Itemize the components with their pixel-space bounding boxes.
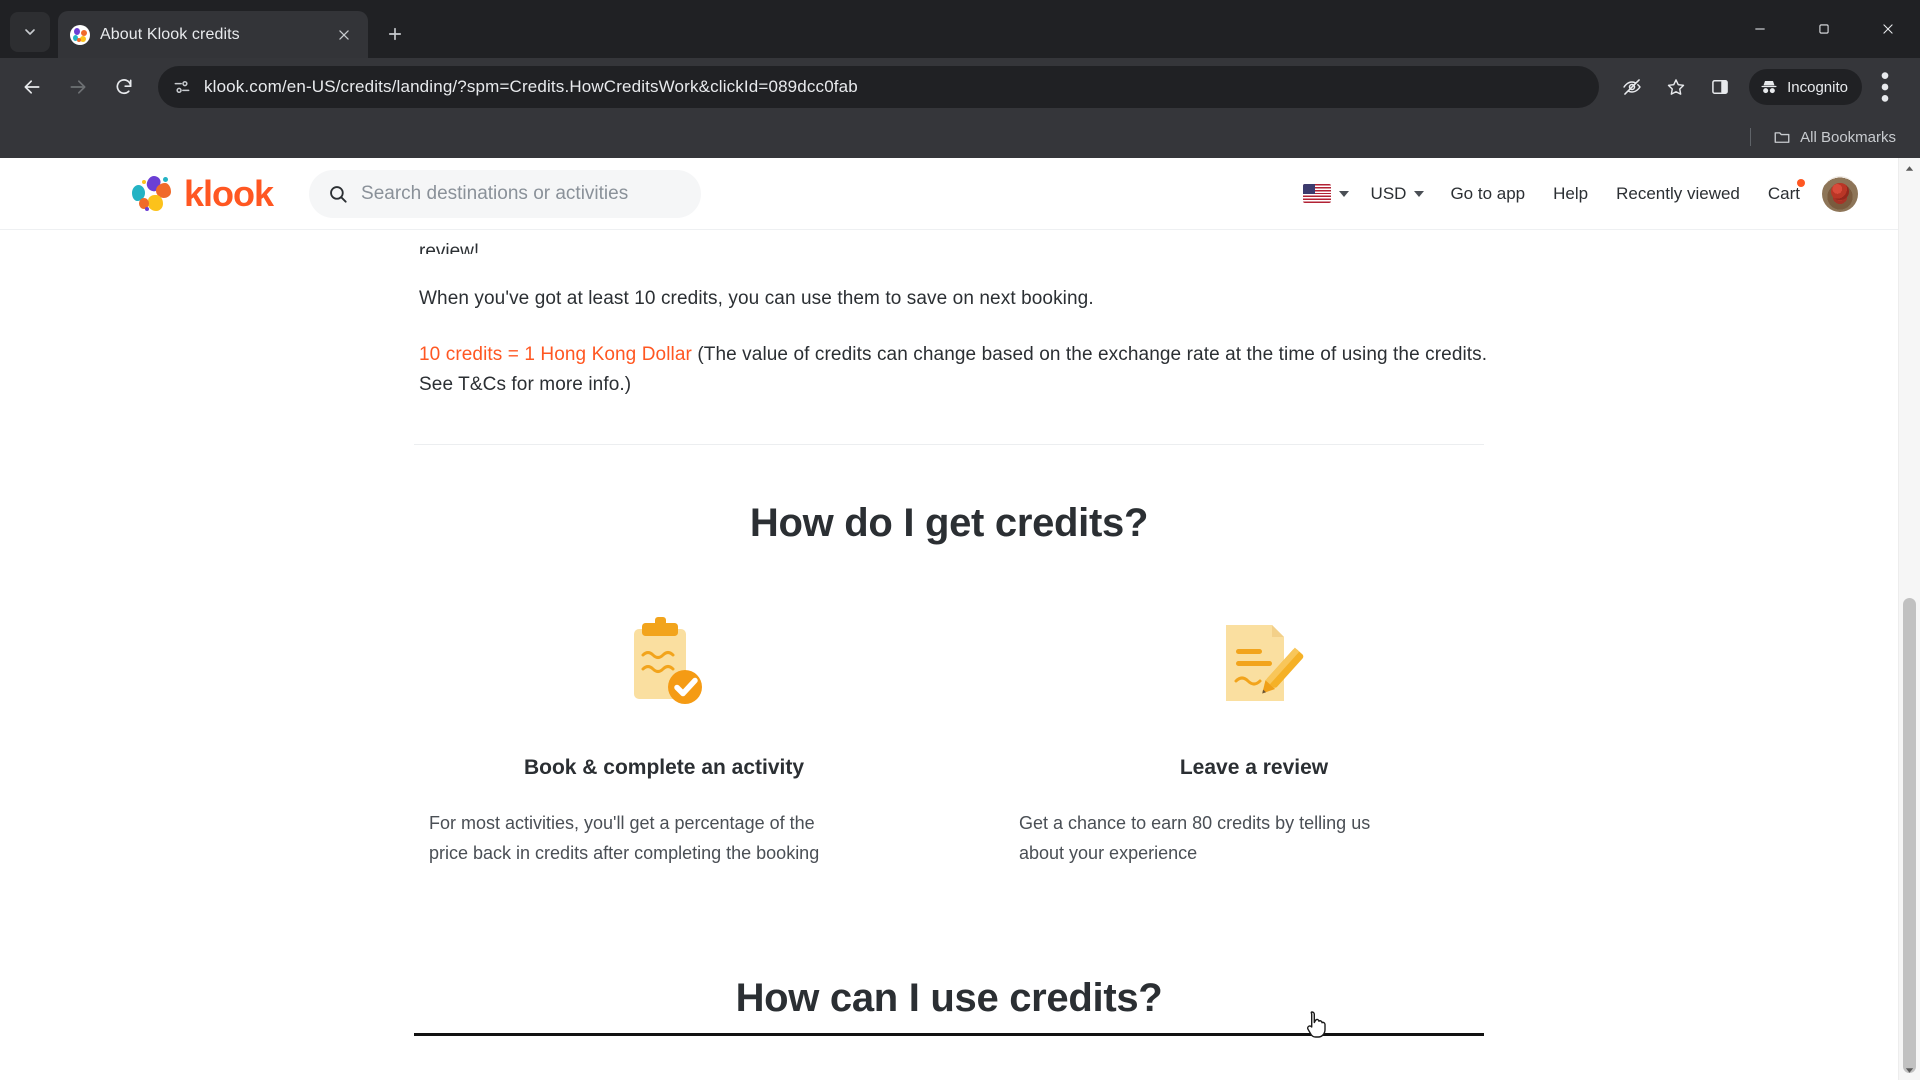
nav-go-to-app[interactable]: Go to app: [1436, 176, 1539, 212]
maximize-icon: [1819, 24, 1829, 34]
klook-favicon-icon: [70, 24, 90, 45]
side-panel-button[interactable]: [1699, 66, 1741, 108]
bookmark-button[interactable]: [1655, 66, 1697, 108]
klook-logo[interactable]: klook: [130, 172, 274, 215]
page-content: review! When you've got at least 10 cred…: [0, 230, 1898, 1036]
toolbar-right-group: Incognito: [1611, 66, 1910, 108]
incognito-label: Incognito: [1787, 78, 1848, 96]
incognito-indicator[interactable]: Incognito: [1749, 69, 1862, 105]
side-panel-icon: [1712, 80, 1728, 94]
all-bookmarks-button[interactable]: All Bookmarks: [1765, 123, 1904, 151]
address-bar[interactable]: klook.com/en-US/credits/landing/?spm=Cre…: [158, 66, 1600, 108]
maximize-button[interactable]: [1792, 5, 1856, 53]
forward-arrow-icon: [70, 80, 86, 94]
klook-page: klook Search destinations or activities …: [0, 158, 1898, 1080]
reload-icon: [116, 79, 132, 94]
section-heading-get-credits: How do I get credits?: [749, 501, 1149, 545]
bookmarks-bar: All Bookmarks: [0, 116, 1920, 158]
scroll-up-icon: [1905, 165, 1914, 171]
forward-button[interactable]: [56, 65, 100, 109]
plus-icon: [388, 27, 402, 41]
cart-label: Cart: [1767, 183, 1800, 203]
page-scrollbar[interactable]: [1898, 158, 1920, 1080]
search-icon: [330, 185, 347, 203]
clipboard-check-icon: [429, 608, 899, 718]
avatar[interactable]: [1822, 175, 1858, 212]
tab-strip: About Klook credits: [0, 0, 1920, 58]
klook-logo-text: klook: [184, 172, 274, 214]
incognito-hat-icon: [1761, 81, 1777, 94]
search-placeholder: Search destinations or activities: [361, 182, 629, 204]
reload-button[interactable]: [102, 65, 146, 109]
close-window-button[interactable]: [1856, 5, 1920, 53]
new-tab-button[interactable]: [378, 17, 412, 51]
page-info-icon[interactable]: [172, 77, 192, 97]
close-icon: [1883, 24, 1893, 34]
back-button[interactable]: [10, 65, 54, 109]
cart-badge-dot: [1797, 178, 1805, 187]
content-column: review! When you've got at least 10 cred…: [409, 238, 1489, 400]
scrollbar-thumb[interactable]: [1903, 598, 1916, 1073]
site-nav: USD Go to app Help Recently viewed Cart: [1293, 175, 1858, 212]
currency-label: USD: [1370, 183, 1407, 203]
clipped-text-line: review!: [419, 241, 480, 254]
window-controls: [1728, 0, 1920, 58]
bookmark-star-icon: [1667, 79, 1685, 95]
page-viewport: klook Search destinations or activities …: [0, 158, 1920, 1080]
scroll-down-icon: [1905, 1067, 1914, 1073]
browser-menu-button[interactable]: [1864, 66, 1906, 108]
site-header: klook Search destinations or activities …: [0, 158, 1898, 230]
close-icon: [339, 29, 349, 40]
browser-window: About Klook credits klook.com/en-US/cred…: [0, 0, 1920, 1080]
paragraph-minimum-credits: When you've got at least 10 credits, you…: [419, 288, 1094, 309]
card-body: For most activities, you'll get a percen…: [429, 813, 820, 863]
all-bookmarks-label: All Bookmarks: [1800, 128, 1896, 146]
us-flag-icon: [1302, 184, 1331, 203]
search-input[interactable]: Search destinations or activities: [309, 169, 702, 218]
nav-cart[interactable]: Cart: [1754, 176, 1814, 212]
minimize-icon: [1755, 28, 1765, 30]
eye-off-button[interactable]: [1611, 66, 1653, 108]
chevron-down-icon: [1338, 190, 1349, 197]
browser-toolbar: klook.com/en-US/credits/landing/?spm=Cre…: [0, 58, 1920, 116]
url-text: klook.com/en-US/credits/landing/?spm=Cre…: [204, 77, 858, 96]
mouse-cursor-pointer: [1306, 1011, 1326, 1038]
back-arrow-icon: [24, 80, 40, 94]
minimize-button[interactable]: [1728, 5, 1792, 53]
currency-selector[interactable]: USD: [1359, 176, 1437, 212]
card-leave-review: Leave a review Get a chance to earn 80 c…: [1019, 608, 1489, 868]
language-selector[interactable]: [1293, 176, 1359, 211]
tab-close-button[interactable]: [332, 23, 356, 47]
cards-container: Book & complete an activity For most act…: [409, 608, 1489, 868]
credits-rate-highlight: 10 credits = 1 Hong Kong Dollar: [419, 344, 692, 365]
browser-tab[interactable]: About Klook credits: [58, 11, 368, 58]
folder-icon: [1774, 132, 1790, 143]
section-divider: [414, 444, 1484, 445]
three-dot-menu-icon: [1881, 72, 1889, 102]
chevron-down-icon: [25, 29, 35, 35]
card-body: Get a chance to earn 80 credits by telli…: [1019, 813, 1371, 863]
tab-title: About Klook credits: [100, 25, 240, 43]
klook-logo-mark-icon: [130, 173, 174, 214]
card-book-complete-activity: Book & complete an activity For most act…: [429, 608, 899, 868]
chevron-down-icon: [1414, 190, 1425, 197]
divider: [1750, 128, 1752, 146]
section-heading-use-credits: How can I use credits?: [735, 976, 1163, 1020]
card-title: Leave a review: [1179, 756, 1329, 779]
note-pencil-icon: [1019, 608, 1489, 718]
card-title: Book & complete an activity: [523, 756, 805, 779]
nav-recently-viewed[interactable]: Recently viewed: [1602, 176, 1754, 212]
tab-search-button[interactable]: [10, 12, 50, 52]
scroll-down-button[interactable]: [1899, 1060, 1920, 1080]
eye-off-icon: [1623, 79, 1641, 95]
paragraph-conversion-rate: 10 credits = 1 Hong Kong Dollar (The val…: [419, 340, 1489, 400]
nav-help[interactable]: Help: [1539, 176, 1602, 212]
scroll-up-button[interactable]: [1899, 158, 1920, 178]
